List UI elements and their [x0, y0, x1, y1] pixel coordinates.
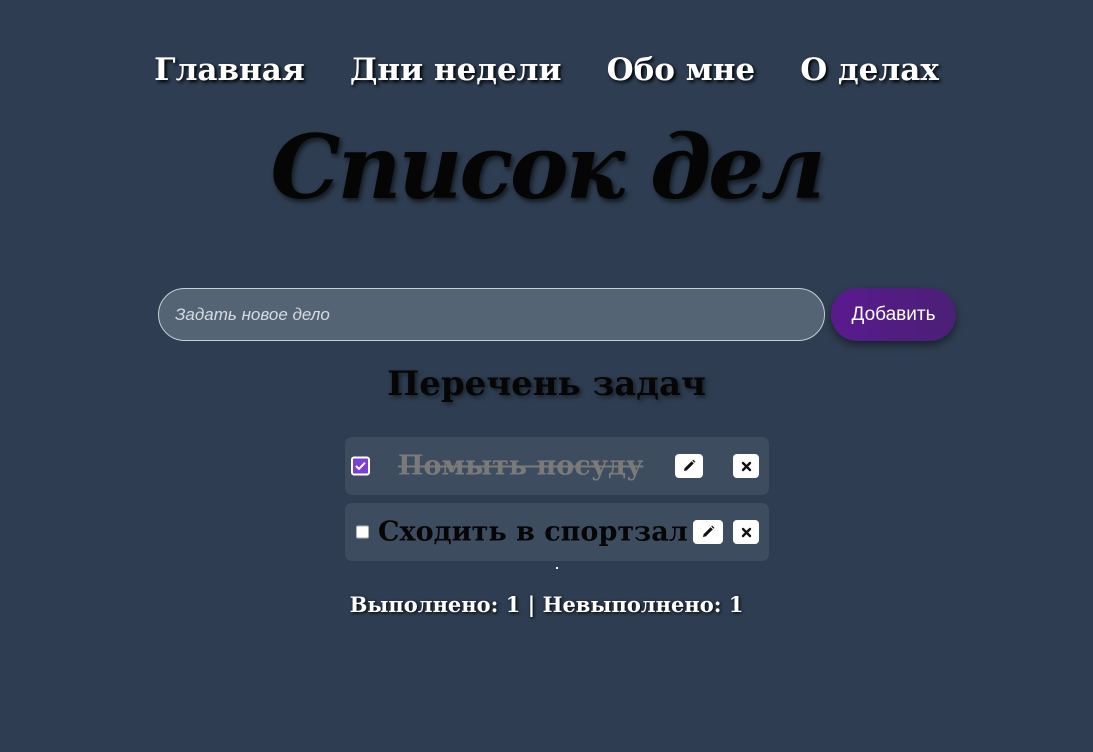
- task-checkbox-unchecked[interactable]: [356, 525, 369, 539]
- edit-task-button[interactable]: [693, 520, 723, 544]
- add-task-button[interactable]: Добавить: [831, 288, 956, 341]
- checkmark-icon: [355, 462, 366, 471]
- task-checkbox-checked[interactable]: [351, 456, 370, 476]
- task-text: Сходить в спортзал: [378, 516, 688, 548]
- delete-task-button[interactable]: [733, 520, 759, 544]
- task-stats: Выполнено: 1 | Невыполнено: 1: [349, 592, 744, 617]
- page-title: Список дел: [270, 115, 825, 219]
- task-list-heading: Перечень задач: [387, 364, 706, 404]
- main-nav: Главная Дни недели Обо мне О делах: [0, 52, 1093, 88]
- task-item: Сходить в спортзал: [345, 503, 769, 561]
- task-item: Помыть посуду: [345, 437, 769, 495]
- nav-link-about-tasks[interactable]: О делах: [800, 52, 939, 88]
- divider-dot: [556, 567, 558, 569]
- pencil-icon: [703, 525, 715, 537]
- pencil-icon: [684, 459, 696, 471]
- task-list: Помыть посуду Сходить в спортзал: [345, 437, 769, 569]
- close-icon: [741, 527, 751, 537]
- close-icon: [741, 461, 751, 471]
- task-text: Помыть посуду: [398, 450, 644, 482]
- nav-link-about-me[interactable]: Обо мне: [607, 52, 756, 88]
- edit-task-button[interactable]: [675, 454, 703, 478]
- nav-link-home[interactable]: Главная: [154, 52, 305, 88]
- add-task-form: Добавить: [158, 288, 958, 341]
- new-task-input[interactable]: [158, 288, 825, 341]
- delete-task-button[interactable]: [733, 454, 759, 478]
- nav-link-weekdays[interactable]: Дни недели: [350, 52, 562, 88]
